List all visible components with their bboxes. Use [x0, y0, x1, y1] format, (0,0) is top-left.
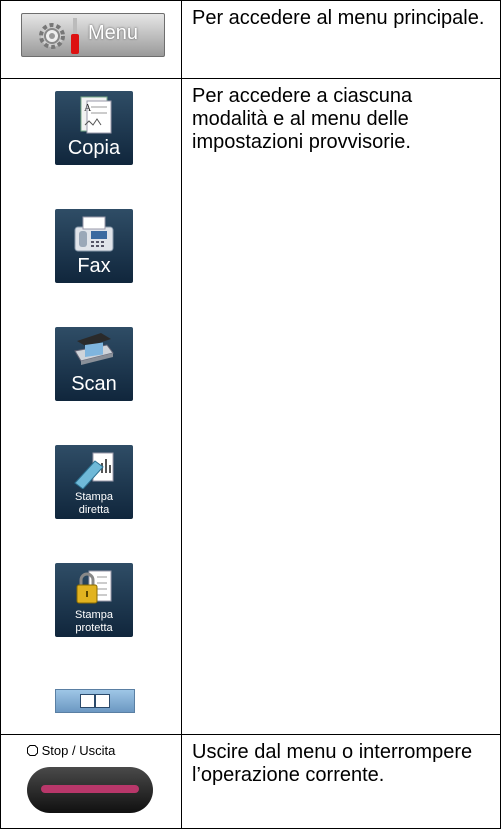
screwdriver-icon	[71, 18, 79, 54]
menu-button[interactable]: Menu	[21, 13, 165, 57]
secure-print-label-line1: Stampa	[75, 609, 113, 621]
scan-button[interactable]: Scan	[55, 327, 133, 401]
fax-button[interactable]: Fax	[55, 209, 133, 283]
stop-indicator	[41, 785, 139, 793]
reference-table: Menu Per accedere al menu principale. A	[0, 0, 501, 829]
icon-cell: A Copia Fax Scan Stampa diretta Stampa p…	[0, 78, 182, 735]
stop-label: Stop / Uscita	[27, 743, 115, 758]
copy-icon: A	[80, 96, 112, 134]
copy-label: Copia	[67, 137, 121, 159]
icon-cell: Stop / Uscita	[0, 734, 182, 829]
copy-button[interactable]: A Copia	[55, 91, 133, 165]
row-menu: Menu Per accedere al menu principale.	[0, 0, 501, 79]
scan-label: Scan	[71, 373, 117, 395]
usb-direct-print-icon	[74, 452, 114, 489]
stop-exit-button[interactable]	[27, 767, 153, 813]
book-button[interactable]	[55, 689, 135, 713]
stop-symbol-icon	[27, 745, 38, 756]
scanner-icon	[74, 333, 114, 365]
direct-print-button[interactable]: Stampa diretta	[55, 445, 133, 519]
lock-document-icon	[76, 570, 112, 604]
icon-cell: Menu	[0, 0, 182, 79]
secure-print-button[interactable]: Stampa protetta	[55, 563, 133, 637]
stop-description: Uscire dal menu o interrompere l’operazi…	[181, 734, 501, 829]
direct-print-label-line2: diretta	[78, 504, 110, 516]
direct-print-label-line1: Stampa	[75, 491, 113, 503]
modes-description: Per accedere a ciascuna modalità e al me…	[181, 78, 501, 735]
fax-icon	[74, 216, 114, 252]
fax-label: Fax	[77, 255, 111, 277]
row-modes: A Copia Fax Scan Stampa diretta Stampa p…	[0, 78, 501, 735]
secure-print-label-line2: protetta	[75, 622, 113, 634]
svg-text:A: A	[84, 103, 92, 114]
menu-button-label: Menu	[88, 22, 139, 44]
gear-icon	[39, 23, 65, 49]
row-stop: Stop / Uscita Uscire dal menu o interrom…	[0, 734, 501, 829]
stop-label-text: Stop / Uscita	[41, 743, 116, 758]
menu-description: Per accedere al menu principale.	[181, 0, 501, 79]
